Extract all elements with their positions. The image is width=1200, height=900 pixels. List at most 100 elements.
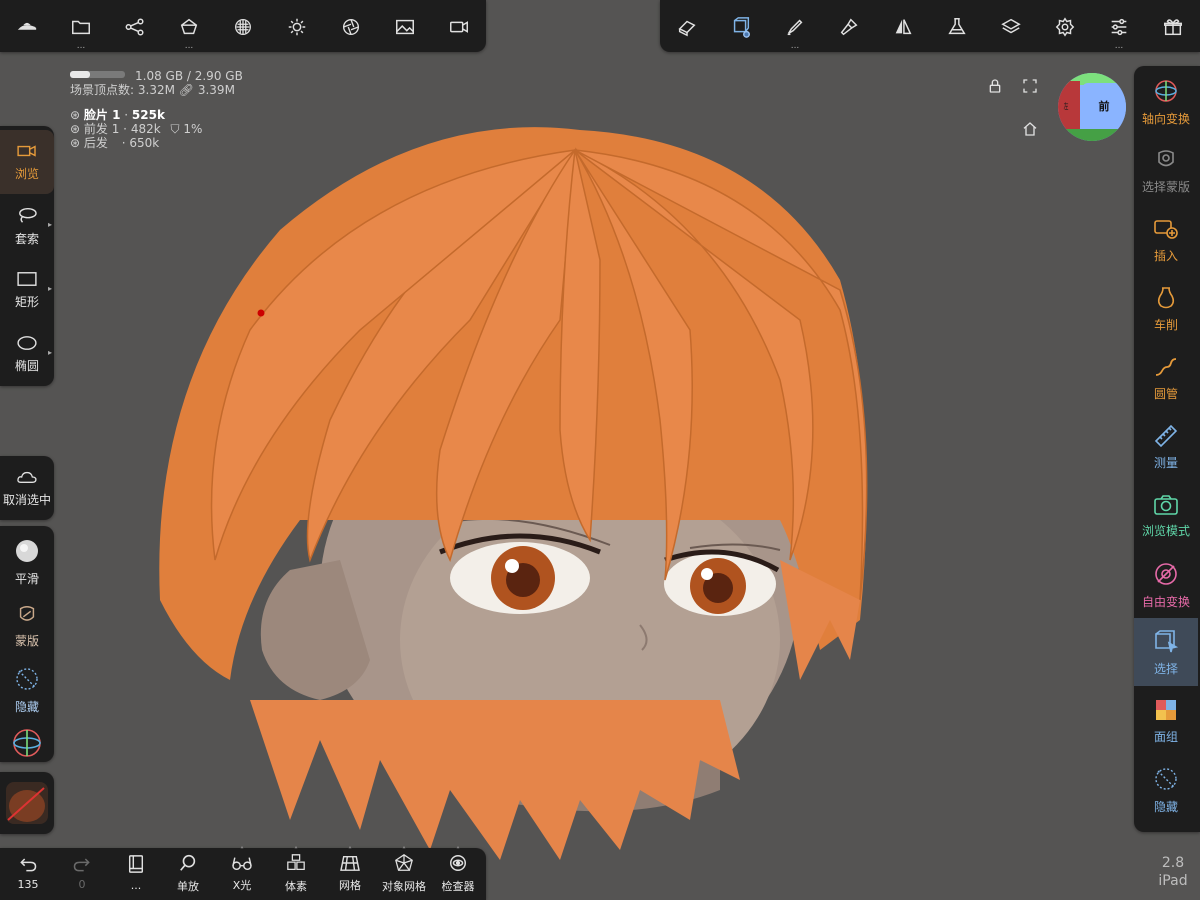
bottom-toolbar: 135 0 ... 单放 ˄ X光 ˄ 体素 ˄ 网格 ˄ 对象网格 ˄ 检查器 (0, 846, 486, 900)
tool-label: 圆管 (1153, 386, 1178, 401)
voxel-button[interactable]: ˄ 体素 (268, 846, 324, 898)
lock-icon[interactable] (987, 78, 1003, 98)
home-icon[interactable] (1022, 121, 1038, 141)
lasso-icon (19, 207, 37, 223)
book-icon (128, 855, 144, 873)
mask-tool[interactable]: 蒙版 (0, 594, 54, 658)
hide-icon (16, 667, 38, 690)
solo-button[interactable]: 单放 (160, 848, 216, 898)
redo-button[interactable]: 0 (54, 848, 110, 898)
rectangle-tool[interactable]: ▸ 矩形 (0, 258, 54, 322)
tube[interactable]: 圆管 (1134, 344, 1198, 412)
camera-icon (1154, 494, 1178, 515)
search-icon (180, 854, 196, 871)
insert-icon (1154, 219, 1178, 239)
tool-label: 单放 (177, 879, 199, 893)
sculpt-model-head (159, 127, 868, 860)
facegroup-icon (1156, 699, 1176, 720)
mask-icon (1158, 149, 1174, 166)
select-mask[interactable]: 选择蒙版 (1134, 137, 1198, 205)
view-cube-label: 前 (1098, 100, 1110, 113)
ellipse-icon (17, 335, 37, 350)
redo-count: 0 (78, 878, 86, 891)
tool-label: 检查器 (441, 879, 475, 893)
vase-icon (1157, 286, 1175, 308)
object-row[interactable]: ⊛ 脸片 1 · 525k (70, 108, 202, 122)
link-count: 3.39M (197, 83, 235, 97)
grid-button[interactable]: ˄ 网格 (322, 846, 378, 898)
gizmo-icon[interactable] (10, 726, 44, 764)
device-label: iPad (1158, 873, 1188, 889)
memory-bar (70, 71, 125, 78)
xray-button[interactable]: ˄ X光 (214, 846, 270, 898)
smooth-icon (16, 539, 38, 562)
light-sun-icon[interactable] (270, 0, 324, 54)
ruler-icon (1154, 424, 1178, 447)
hide-tool[interactable]: 隐藏 (0, 658, 54, 722)
symmetry-icon[interactable] (876, 0, 930, 54)
axis-transform[interactable]: 轴向变换 (1134, 68, 1198, 136)
link-icon: 🔗︎ (178, 83, 195, 97)
smooth-tool[interactable]: 平滑 (0, 530, 54, 594)
inspector-button[interactable]: ˄ 检查器 (430, 846, 486, 898)
tool-label: 体素 (285, 879, 307, 893)
tool-label: 平滑 (14, 571, 39, 586)
top-right-toolbar: ... ... (660, 0, 1200, 52)
view-cube[interactable]: 前 左 (1058, 73, 1126, 141)
eraser-icon[interactable] (660, 0, 714, 54)
view-mode[interactable]: 浏览模式 (1134, 482, 1198, 550)
insert[interactable]: 插入 (1134, 206, 1198, 274)
object-row[interactable]: ⊛ 后发 · 650k (70, 136, 202, 150)
settings-gear-icon[interactable] (1038, 0, 1092, 54)
undo-button[interactable]: 135 (0, 848, 56, 898)
deselect-button[interactable]: 取消选中 (0, 456, 54, 520)
vertex-count-label: 场景顶点数: (70, 83, 135, 97)
camera-aperture-icon[interactable] (324, 0, 378, 54)
ellipse-tool[interactable]: ▸ 椭圆 (0, 322, 54, 386)
material-sphere-icon[interactable] (216, 0, 270, 54)
tool-label: 对象网格 (382, 879, 426, 893)
image-icon[interactable] (378, 0, 432, 54)
select-box-icon[interactable] (714, 0, 768, 54)
lathe[interactable]: 车削 (1134, 275, 1198, 343)
hide[interactable]: 隐藏 (1134, 756, 1198, 824)
tool-label: 矩形 (14, 294, 39, 309)
tool-label: 蒙版 (14, 633, 39, 648)
free-transform[interactable]: 自由变换 (1134, 551, 1198, 619)
object-mesh-button[interactable]: ˄ 对象网格 (376, 846, 432, 898)
app-logo-icon[interactable] (0, 0, 54, 54)
right-tool-panel: 轴向变换 选择蒙版 插入 车削 圆管 测量 浏览模式 自由变换 选择 面组 隐藏 (1134, 66, 1200, 832)
scene-object-icon[interactable]: ... (162, 0, 216, 54)
video-camera-icon[interactable] (432, 0, 486, 54)
brush-icon[interactable] (822, 0, 876, 54)
face-group[interactable]: 面组 (1134, 687, 1198, 755)
version-number: 2.8 (1161, 855, 1185, 871)
left-tool-panel: 浏览 ▸ 套索 ▸ 矩形 ▸ 椭圆 (0, 126, 54, 386)
video-camera-icon (17, 144, 36, 157)
tool-label: X光 (232, 878, 252, 892)
fullscreen-icon[interactable] (1022, 78, 1038, 98)
layers-icon[interactable] (984, 0, 1038, 54)
tool-label: 选择蒙版 (1141, 179, 1190, 194)
share-graph-icon[interactable] (108, 0, 162, 54)
gift-icon[interactable] (1146, 0, 1200, 54)
flask-icon[interactable] (930, 0, 984, 54)
select[interactable]: 选择 (1134, 618, 1198, 686)
material-thumbnail[interactable] (6, 782, 48, 824)
material-preview-panel (0, 772, 54, 834)
rectangle-icon (17, 271, 37, 286)
measure[interactable]: 测量 (1134, 413, 1198, 481)
object-count: 482k (130, 122, 161, 136)
sliders-icon[interactable]: ... (1092, 0, 1146, 54)
gizmo-icon (1155, 79, 1177, 102)
folder-icon[interactable]: ... (54, 0, 108, 54)
left-brush-panel: 平滑 蒙版 隐藏 (0, 526, 54, 762)
object-row[interactable]: ⊛ 前发 1 · 482k ⛉ 1% (70, 122, 202, 136)
pen-icon[interactable]: ... (768, 0, 822, 54)
grid-icon (340, 855, 360, 871)
book-button[interactable]: ... (108, 848, 164, 898)
browse-tool[interactable]: 浏览 (0, 130, 54, 194)
tool-label: 浏览 (14, 166, 39, 181)
lasso-tool[interactable]: ▸ 套索 (0, 194, 54, 258)
view-cube-bottom (1058, 129, 1126, 141)
